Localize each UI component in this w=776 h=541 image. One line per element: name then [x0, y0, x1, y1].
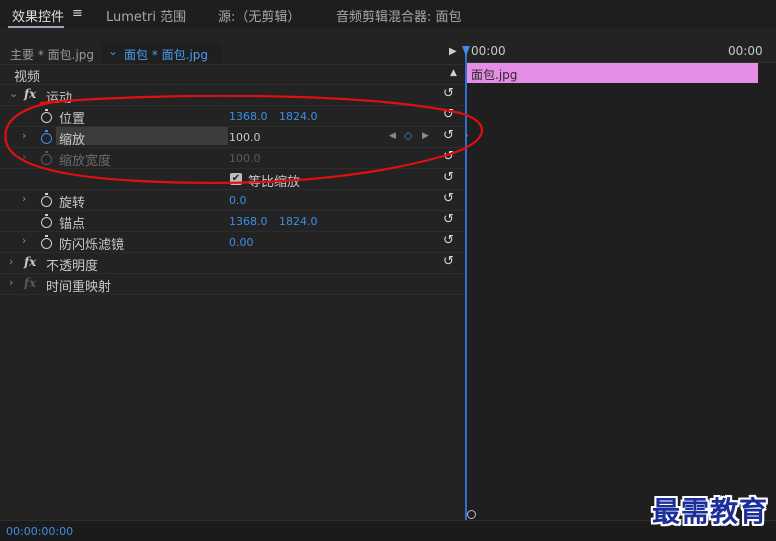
anti-flicker-property-row: › 防闪烁滤镜 0.00 ↺ [0, 232, 464, 253]
panel-menu-icon[interactable]: ≡ [72, 6, 83, 21]
tab-source[interactable]: 源:（无剪辑） [218, 6, 300, 25]
fx-icon[interactable]: fx [24, 255, 36, 269]
red-annotation-loop [4, 95, 483, 185]
reset-icon[interactable]: ↺ [443, 254, 454, 269]
anchor-label: 锚点 [59, 217, 86, 232]
watermark-logo: 最需教育 [652, 495, 769, 528]
fx-icon: fx [24, 276, 37, 290]
zoom-handle[interactable] [467, 510, 476, 519]
tab-effect-controls[interactable]: 效果控件 [12, 6, 64, 25]
tab-audio-clip-mixer[interactable]: 音频剪辑混合器: 面包 [336, 6, 462, 25]
clip-bar-label: 面包.jpg [471, 68, 518, 82]
sequence-clip-tab[interactable]: 面包 * 面包.jpg [124, 46, 208, 63]
current-timecode[interactable]: 00:00:00:00 [6, 525, 73, 538]
chevron-right-icon[interactable]: › [9, 255, 13, 268]
active-tab-underline [8, 26, 64, 28]
anchor-x-value[interactable]: 1368.0 [229, 215, 268, 228]
playhead-handle-icon[interactable] [462, 46, 470, 56]
opacity-effect-row[interactable]: › fx 不透明度 ↺ [0, 253, 464, 274]
reset-icon[interactable]: ↺ [443, 212, 454, 227]
anchor-y-value[interactable]: 1824.0 [279, 215, 318, 228]
reset-icon[interactable]: ↺ [443, 233, 454, 248]
anti-flicker-label: 防闪烁滤镜 [59, 238, 125, 253]
time-remap-label: 时间重映射 [46, 280, 112, 295]
anchor-property-row: 锚点 1368.0 1824.0 ↺ [0, 211, 464, 232]
timeline-end-time: 00:00 [728, 44, 763, 58]
video-section-row: 视频 ▲ [0, 64, 464, 85]
stopwatch-icon[interactable] [41, 214, 52, 228]
stopwatch-icon[interactable] [41, 235, 52, 249]
master-clip-tab[interactable]: 主要 * 面包.jpg [10, 46, 94, 63]
anti-flicker-value[interactable]: 0.00 [229, 236, 254, 249]
play-icon[interactable]: ▶ [449, 46, 457, 57]
collapse-up-icon[interactable]: ▲ [450, 68, 457, 78]
opacity-label: 不透明度 [46, 259, 99, 274]
chevron-right-icon[interactable]: › [9, 276, 13, 289]
timeline-start-time: 00:00 [471, 44, 506, 58]
chevron-right-icon[interactable]: › [22, 234, 26, 247]
time-remap-effect-row[interactable]: › fx 时间重映射 [0, 274, 464, 295]
effect-timeline[interactable] [465, 40, 776, 520]
tab-lumetri-scopes[interactable]: Lumetri 范围 [106, 6, 186, 25]
video-section-label: 视频 [14, 70, 41, 85]
chevron-down-icon[interactable]: ⌄ [108, 44, 118, 58]
